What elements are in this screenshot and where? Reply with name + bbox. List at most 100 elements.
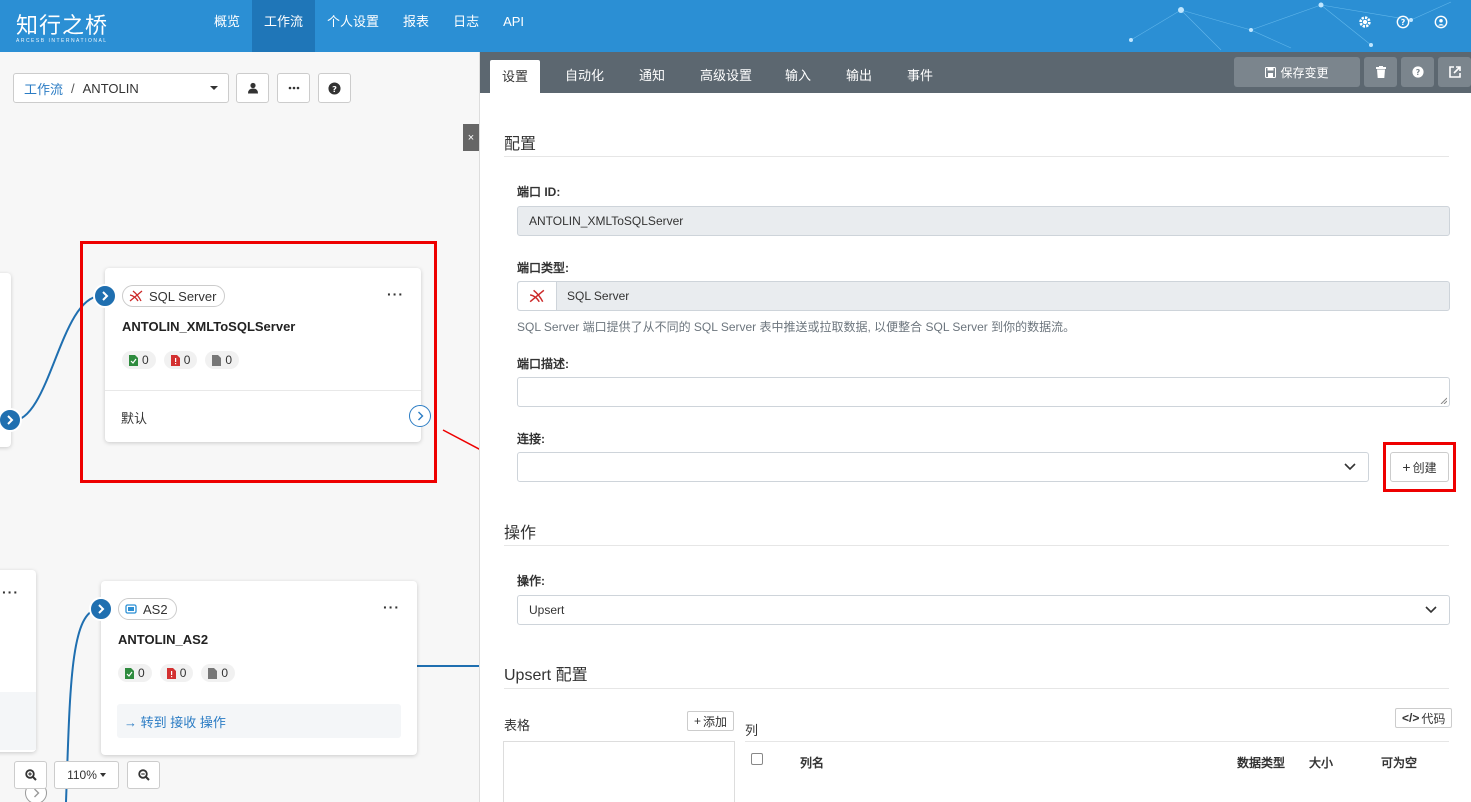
chevron-right-icon bbox=[7, 415, 14, 425]
logo-main-text: 知行之桥 bbox=[16, 14, 109, 39]
save-changes-label: 保存变更 bbox=[1280, 65, 1329, 80]
connection-label: 连接: bbox=[517, 432, 545, 446]
add-table-button[interactable]: + 添加 bbox=[687, 711, 735, 731]
port-type-label: 端口类型: bbox=[517, 261, 569, 275]
port-id-field: ANTOLIN_XMLToSQLServer bbox=[517, 206, 1450, 236]
divider bbox=[504, 688, 1449, 689]
connection-select[interactable] bbox=[517, 452, 1369, 482]
popout-button[interactable] bbox=[1438, 57, 1471, 87]
svg-text:?: ? bbox=[1401, 18, 1406, 27]
divider bbox=[504, 156, 1449, 157]
caret-down-icon bbox=[99, 773, 106, 777]
tables-list[interactable] bbox=[503, 741, 735, 802]
port-name: ANTOLIN_AS2 bbox=[118, 632, 209, 647]
nav-workflow[interactable]: 工作流 bbox=[252, 0, 316, 52]
nav-personal-settings[interactable]: 个人设置 bbox=[315, 0, 391, 52]
stat-success[interactable]: 0 bbox=[118, 664, 152, 682]
main-nav: 概览 工作流 个人设置 报表 日志 API bbox=[202, 0, 536, 52]
chevron-down-icon bbox=[1425, 606, 1437, 614]
operation-value: Upsert bbox=[529, 603, 565, 617]
nav-overview[interactable]: 概览 bbox=[202, 0, 252, 52]
svg-text:?: ? bbox=[1415, 68, 1419, 77]
tab-automation[interactable]: 自动化 bbox=[565, 52, 604, 93]
nav-reports[interactable]: 报表 bbox=[391, 0, 441, 52]
card2-input-connector[interactable] bbox=[89, 597, 113, 621]
add-label: 添加 bbox=[703, 714, 728, 729]
zoom-in-button[interactable] bbox=[14, 761, 47, 789]
stat-error-count: 0 bbox=[179, 666, 187, 680]
tables-label: 表格 bbox=[504, 718, 531, 733]
panel-tabbar: 设置 自动化 通知 高级设置 输入 输出 事件 保存变更 ? bbox=[480, 52, 1471, 93]
gear-icon[interactable] bbox=[1357, 14, 1373, 30]
goto-receive-link[interactable]: → 转到 接收 操作 bbox=[117, 704, 401, 738]
config-section-title: 配置 bbox=[504, 136, 537, 153]
card-more-icon[interactable]: ··· bbox=[383, 599, 400, 615]
external-link-icon bbox=[1448, 66, 1461, 78]
zoom-level: 110% bbox=[67, 768, 97, 782]
logo-sub-text: ARCESB INTERNATIONAL bbox=[16, 38, 108, 44]
close-panel-button[interactable]: × bbox=[463, 124, 479, 151]
zoom-out-button[interactable] bbox=[127, 761, 160, 789]
port-type-field: SQL Server bbox=[517, 281, 1450, 311]
upsert-section-title: Upsert 配置 bbox=[504, 667, 588, 684]
tab-input[interactable]: 输入 bbox=[785, 52, 811, 93]
select-all-checkbox[interactable] bbox=[751, 753, 763, 765]
as2-icon bbox=[125, 603, 137, 615]
port-stats: 0 0 0 bbox=[118, 664, 236, 682]
stat-pending[interactable]: 0 bbox=[201, 664, 236, 682]
top-navbar: 知行之桥 ARCESB INTERNATIONAL 概览 工作流 个人设置 报表… bbox=[0, 0, 1471, 52]
workflow-canvas[interactable]: 工作流 / ANTOLIN ? ··· SQL Server ··· ANTOL… bbox=[0, 52, 479, 802]
highlight-box-card bbox=[80, 241, 437, 483]
file-error-icon bbox=[166, 667, 176, 679]
delete-button[interactable] bbox=[1364, 57, 1397, 87]
card-more-icon[interactable]: ··· bbox=[2, 584, 19, 600]
chevron-right-icon bbox=[98, 604, 105, 614]
column-name-header[interactable]: 列名 bbox=[800, 754, 824, 771]
partial-card-left-bottom: ··· bbox=[0, 570, 36, 752]
zoom-out-icon bbox=[137, 769, 150, 781]
port-description-textarea[interactable] bbox=[517, 377, 1450, 407]
tab-settings[interactable]: 设置 bbox=[490, 60, 541, 93]
save-changes-button[interactable]: 保存变更 bbox=[1234, 57, 1360, 87]
tab-output[interactable]: 输出 bbox=[846, 52, 872, 93]
stat-pending-count: 0 bbox=[221, 666, 229, 680]
columns-label: 列 bbox=[745, 723, 759, 738]
operation-section-title: 操作 bbox=[504, 525, 537, 542]
port-id-value: ANTOLIN_XMLToSQLServer bbox=[529, 214, 684, 228]
data-type-header[interactable]: 数据类型 bbox=[1237, 754, 1285, 771]
highlight-box-create bbox=[1383, 442, 1456, 492]
chevron-right-icon bbox=[33, 788, 39, 798]
resize-handle-icon[interactable] bbox=[1440, 397, 1447, 404]
help-button[interactable]: ? bbox=[1401, 57, 1434, 87]
port-card-as2[interactable]: AS2 ··· ANTOLIN_AS2 0 0 0 → 转到 接收 操作 bbox=[101, 581, 417, 755]
port-type-pill: AS2 bbox=[118, 598, 177, 620]
nav-logs[interactable]: 日志 bbox=[441, 0, 491, 52]
help-icon: ? bbox=[1411, 66, 1424, 78]
user-icon[interactable] bbox=[1433, 14, 1449, 30]
app-logo[interactable]: 知行之桥 ARCESB INTERNATIONAL bbox=[16, 8, 108, 44]
port-type-value: SQL Server bbox=[567, 289, 630, 303]
zoom-level-dropdown[interactable]: 110% bbox=[54, 761, 119, 789]
tab-advanced[interactable]: 高级设置 bbox=[700, 52, 752, 93]
sqlserver-icon bbox=[518, 282, 557, 310]
help-icon[interactable]: ? bbox=[1395, 14, 1411, 30]
nullable-header[interactable]: 可为空 bbox=[1381, 754, 1417, 771]
nav-api[interactable]: API bbox=[491, 0, 536, 52]
stat-error[interactable]: 0 bbox=[159, 664, 194, 682]
operation-label: 操作: bbox=[517, 574, 545, 588]
port-settings-panel: 设置 自动化 通知 高级设置 输入 输出 事件 保存变更 ? 配置 端口 ID:… bbox=[479, 52, 1471, 802]
file-icon bbox=[208, 667, 218, 679]
tab-events[interactable]: 事件 bbox=[907, 52, 933, 93]
code-button[interactable]: </> 代码 bbox=[1395, 708, 1453, 728]
stat-success-count: 0 bbox=[138, 666, 145, 680]
operation-select[interactable]: Upsert bbox=[517, 595, 1450, 625]
tab-notifications[interactable]: 通知 bbox=[639, 52, 665, 93]
port-type-help: SQL Server 端口提供了从不同的 SQL Server 表中推送或拉取数… bbox=[517, 320, 1076, 334]
size-header[interactable]: 大小 bbox=[1309, 754, 1333, 771]
port-type-label: AS2 bbox=[143, 601, 168, 617]
port-description-label: 端口描述: bbox=[517, 357, 569, 371]
chevron-down-icon bbox=[1344, 463, 1356, 471]
trash-icon bbox=[1375, 66, 1386, 78]
file-check-icon bbox=[125, 667, 134, 679]
top-icons: ? bbox=[1357, 14, 1449, 30]
